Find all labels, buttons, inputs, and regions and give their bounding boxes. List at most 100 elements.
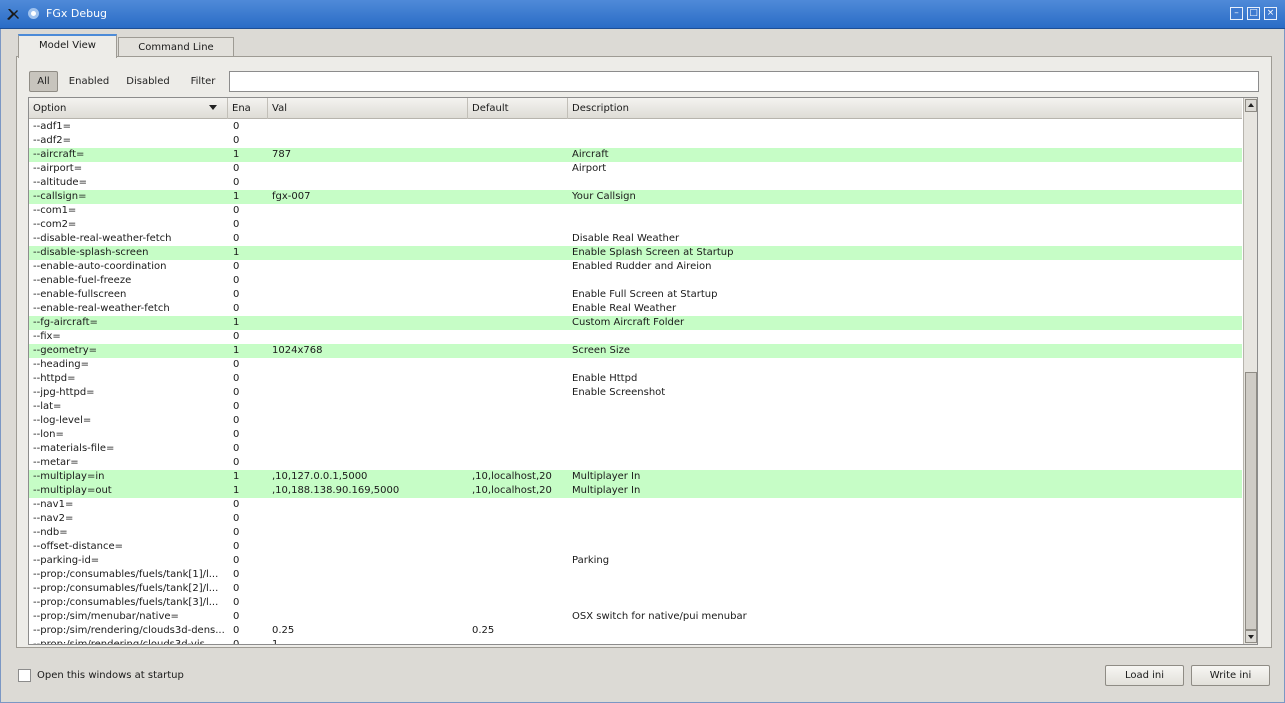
cell-option: --geometry= (33, 345, 98, 356)
table-row[interactable]: --lon= 0 (29, 428, 1242, 442)
cell-ena: 0 (233, 233, 240, 244)
cell-ena: 0 (233, 611, 240, 622)
cell-option: --prop:/consumables/fuels/tank[1]/l... (33, 569, 219, 580)
table-row[interactable]: --aircraft= 1 787 Aircraft (29, 148, 1242, 162)
column-header-option-label: Option (33, 103, 67, 114)
scroll-down-button[interactable] (1245, 630, 1257, 643)
table-row[interactable]: --geometry= 1 1024x768 Screen Size (29, 344, 1242, 358)
scroll-up-button[interactable] (1245, 99, 1257, 112)
table-row[interactable]: --log-level= 0 (29, 414, 1242, 428)
cell-ena: 0 (233, 597, 240, 608)
table-row[interactable]: --parking-id= 0 Parking (29, 554, 1242, 568)
table-row[interactable]: --prop:/sim/menubar/native= 0 OSX switch f… (29, 610, 1242, 624)
cell-ena: 0 (233, 625, 240, 636)
table-row[interactable]: --materials-file= 0 (29, 442, 1242, 456)
cell-ena: 0 (233, 555, 240, 566)
table-row[interactable]: --prop:/consumables/fuels/tank[3]/l... 0 (29, 596, 1242, 610)
table-row[interactable]: --offset-distance= 0 (29, 540, 1242, 554)
filter-label: Filter (190, 76, 216, 87)
cell-option: --multiplay=out (33, 485, 112, 496)
table-row[interactable]: --nav1= 0 (29, 498, 1242, 512)
open-at-startup-label: Open this windows at startup (37, 670, 184, 681)
table-row[interactable]: --disable-splash-screen 1 Enable Splash Sc… (29, 246, 1242, 260)
cell-option: --callsign= (33, 191, 87, 202)
cell-ena: 1 (233, 485, 240, 496)
table-row[interactable]: --com2= 0 (29, 218, 1242, 232)
column-header-description[interactable]: Description (568, 98, 1242, 119)
window-title: FGx Debug (46, 7, 108, 20)
table-row[interactable]: --prop:/sim/rendering/clouds3d-vis... 0 1 (29, 638, 1242, 645)
table-row[interactable]: --disable-real-weather-fetch 0 Disable Rea… (29, 232, 1242, 246)
table-row[interactable]: --airport= 0 Airport (29, 162, 1242, 176)
table-row[interactable]: --fg-aircraft= 1 Custom Aircraft Folder (29, 316, 1242, 330)
table-row[interactable]: --com1= 0 (29, 204, 1242, 218)
cell-description: Enable Full Screen at Startup (572, 289, 718, 300)
table-row[interactable]: --enable-auto-coordination 0 Enabled Rudde… (29, 260, 1242, 274)
vertical-scrollbar[interactable] (1243, 98, 1257, 644)
column-header-option[interactable]: Option (29, 98, 228, 119)
filter-input[interactable] (229, 71, 1259, 92)
table-row[interactable]: --nav2= 0 (29, 512, 1242, 526)
sort-descending-icon (209, 105, 217, 110)
options-table[interactable]: Option Ena Val Default Description --adf… (28, 97, 1258, 645)
cell-ena: 0 (233, 527, 240, 538)
table-row[interactable]: --ndb= 0 (29, 526, 1242, 540)
table-row[interactable]: --multiplay=in 1 ,10,127.0.0.1,5000 ,10,loc… (29, 470, 1242, 484)
arrow-down-icon (1248, 635, 1254, 639)
filter-enabled-button[interactable]: Enabled (62, 71, 116, 92)
filter-disabled-button[interactable]: Disabled (120, 71, 176, 92)
cell-description: Multiplayer In (572, 471, 641, 482)
cell-val: ,10,127.0.0.1,5000 (272, 471, 368, 482)
cell-option: --jpg-httpd= (33, 387, 95, 398)
maximize-button[interactable]: □ (1247, 7, 1260, 20)
close-button[interactable]: × (1264, 7, 1277, 20)
table-row[interactable]: --heading= 0 (29, 358, 1242, 372)
write-ini-button[interactable]: Write ini (1191, 665, 1270, 686)
arrow-up-icon (1248, 103, 1254, 107)
table-row[interactable]: --fix= 0 (29, 330, 1242, 344)
tab-command-line[interactable]: Command Line (118, 37, 234, 57)
table-row[interactable]: --callsign= 1 fgx-007 Your Callsign (29, 190, 1242, 204)
cell-option: --fix= (33, 331, 61, 342)
column-header-default[interactable]: Default (468, 98, 568, 119)
table-row[interactable]: --adf1= 0 (29, 120, 1242, 134)
minimize-button[interactable]: – (1230, 7, 1243, 20)
table-row[interactable]: --metar= 0 (29, 456, 1242, 470)
cell-val: 1 (272, 639, 279, 645)
cell-option: --aircraft= (33, 149, 85, 160)
cell-description: Enable Splash Screen at Startup (572, 247, 734, 258)
table-row[interactable]: --enable-fuel-freeze 0 (29, 274, 1242, 288)
plane-icon[interactable] (5, 6, 21, 22)
cell-option: --lon= (33, 429, 64, 440)
table-row[interactable]: --prop:/consumables/fuels/tank[1]/l... 0 (29, 568, 1242, 582)
cell-ena: 0 (233, 331, 240, 342)
cell-ena: 1 (233, 317, 240, 328)
cell-ena: 0 (233, 541, 240, 552)
column-header-val[interactable]: Val (268, 98, 468, 119)
cell-ena: 0 (233, 401, 240, 412)
table-row[interactable]: --multiplay=out 1 ,10,188.138.90.169,5000,… (29, 484, 1242, 498)
title-bar[interactable]: FGx Debug – □ × (0, 0, 1285, 29)
table-row[interactable]: --enable-real-weather-fetch 0 Enable Real … (29, 302, 1242, 316)
filter-all-button[interactable]: All (29, 71, 58, 92)
table-row[interactable]: --prop:/sim/rendering/clouds3d-dens... 0 0… (29, 624, 1242, 638)
cell-ena: 0 (233, 429, 240, 440)
cell-ena: 0 (233, 639, 240, 645)
table-row[interactable]: --adf2= 0 (29, 134, 1242, 148)
table-row[interactable]: --enable-fullscreen 0 Enable Full Screen a… (29, 288, 1242, 302)
table-row[interactable]: --prop:/consumables/fuels/tank[2]/l... 0 (29, 582, 1242, 596)
cell-option: --prop:/sim/rendering/clouds3d-dens... (33, 625, 225, 636)
load-ini-button[interactable]: Load ini (1105, 665, 1184, 686)
tab-model-view[interactable]: Model View (18, 34, 117, 58)
cell-option: --com1= (33, 205, 77, 216)
table-row[interactable]: --jpg-httpd= 0 Enable Screenshot (29, 386, 1242, 400)
scrollbar-thumb[interactable] (1245, 372, 1257, 630)
cell-option: --httpd= (33, 373, 76, 384)
table-row[interactable]: --altitude= 0 (29, 176, 1242, 190)
table-row[interactable]: --httpd= 0 Enable Httpd (29, 372, 1242, 386)
open-at-startup-checkbox[interactable] (18, 669, 31, 682)
cell-ena: 0 (233, 261, 240, 272)
table-row[interactable]: --lat= 0 (29, 400, 1242, 414)
column-header-ena[interactable]: Ena (228, 98, 268, 119)
cell-option: --parking-id= (33, 555, 100, 566)
